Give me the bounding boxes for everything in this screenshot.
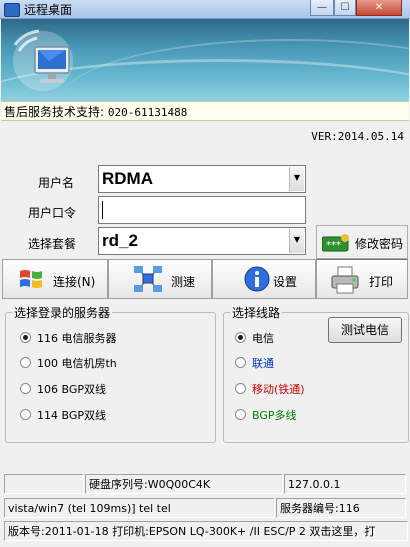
close-button[interactable]: ✕ [356, 0, 402, 16]
username-label: 用户名 [38, 176, 75, 190]
windows-flag-icon [20, 270, 42, 288]
password-label: 用户口令 [28, 206, 77, 220]
package-label: 选择套餐 [28, 237, 77, 251]
chevron-down-icon[interactable]: ▼ [289, 229, 304, 253]
line-group-legend: 选择线路 [232, 306, 281, 320]
keyboard-password-icon: *** [322, 234, 349, 252]
username-value: RDMA [102, 169, 153, 188]
server-option-label[interactable]: 100 电信机房th [37, 355, 117, 371]
ip-address-status: 127.0.0.1 [284, 474, 406, 494]
server-radio-114[interactable] [20, 409, 31, 420]
print-label: 打印 [369, 275, 394, 289]
support-label: 售后服务技术支持: [4, 105, 105, 119]
package-value: rd_2 [102, 231, 138, 250]
support-phone: 020-61131488 [107, 106, 188, 119]
server-option-label[interactable]: 116 电信服务器 [37, 330, 117, 346]
settings-button[interactable]: 设置 [212, 259, 316, 299]
line-radio-telecom[interactable] [235, 332, 246, 343]
username-combobox[interactable]: RDMA ▼ [98, 165, 306, 193]
line-option-label[interactable]: 联通 [252, 355, 274, 371]
line-option-label[interactable]: 移动(铁通) [252, 381, 305, 397]
version-label: VER:2014.05.14 [311, 130, 404, 143]
server-radio-100[interactable] [20, 357, 31, 368]
line-radio-mobile[interactable] [235, 383, 246, 394]
network-nodes-icon [134, 266, 162, 292]
version-printer-status[interactable]: 版本号:2011-01-18 打印机:EPSON LQ-300K+ /II ES… [4, 521, 408, 541]
remote-desktop-icon [4, 3, 20, 17]
text-caret [102, 201, 103, 219]
title-bar[interactable]: 远程桌面 — ☐ ✕ [0, 0, 410, 19]
server-radio-116[interactable] [20, 332, 31, 343]
line-radio-unicom[interactable] [235, 357, 246, 368]
computer-monitor-icon [13, 29, 73, 91]
speedtest-label: 测速 [171, 275, 196, 289]
server-radio-106[interactable] [20, 383, 31, 394]
maximize-button[interactable]: ☐ [334, 0, 356, 16]
disk-serial-status: 硬盘序列号:W0Q00C4K [85, 474, 283, 494]
minimize-button[interactable]: — [310, 0, 334, 16]
test-telecom-button[interactable]: 测试电信 [328, 317, 402, 343]
info-icon [244, 266, 270, 292]
printer-icon [331, 266, 359, 294]
change-password-label: 修改密码 [355, 237, 404, 251]
line-radio-bgp[interactable] [235, 409, 246, 420]
password-field[interactable] [98, 196, 306, 224]
status-cell-empty [4, 474, 84, 494]
package-select[interactable]: rd_2 ▼ [98, 227, 306, 255]
server-number-status: 服务器编号:116 [276, 498, 406, 518]
server-option-label[interactable]: 114 BGP双线 [37, 407, 106, 423]
support-bar: 售后服务技术支持: 020-61131488 [1, 101, 409, 121]
chevron-down-icon[interactable]: ▼ [289, 167, 304, 191]
window-title: 远程桌面 [24, 3, 73, 17]
connect-button[interactable]: 连接(N) [2, 259, 108, 299]
connect-label: 连接(N) [53, 275, 96, 289]
line-option-label[interactable]: 电信 [252, 330, 274, 346]
server-group-legend: 选择登录的服务器 [14, 306, 111, 320]
banner [1, 19, 409, 101]
speedtest-button[interactable]: 测速 [108, 259, 212, 299]
settings-label: 设置 [273, 275, 298, 289]
svg-text:***: *** [326, 240, 341, 251]
server-option-label[interactable]: 106 BGP双线 [37, 381, 106, 397]
line-option-label[interactable]: BGP多线 [252, 407, 297, 423]
change-password-button[interactable]: *** 修改密码 [316, 225, 408, 259]
os-latency-status: vista/win7 (tel 109ms)] tel tel [4, 498, 275, 518]
print-button[interactable]: 打印 [316, 259, 408, 299]
